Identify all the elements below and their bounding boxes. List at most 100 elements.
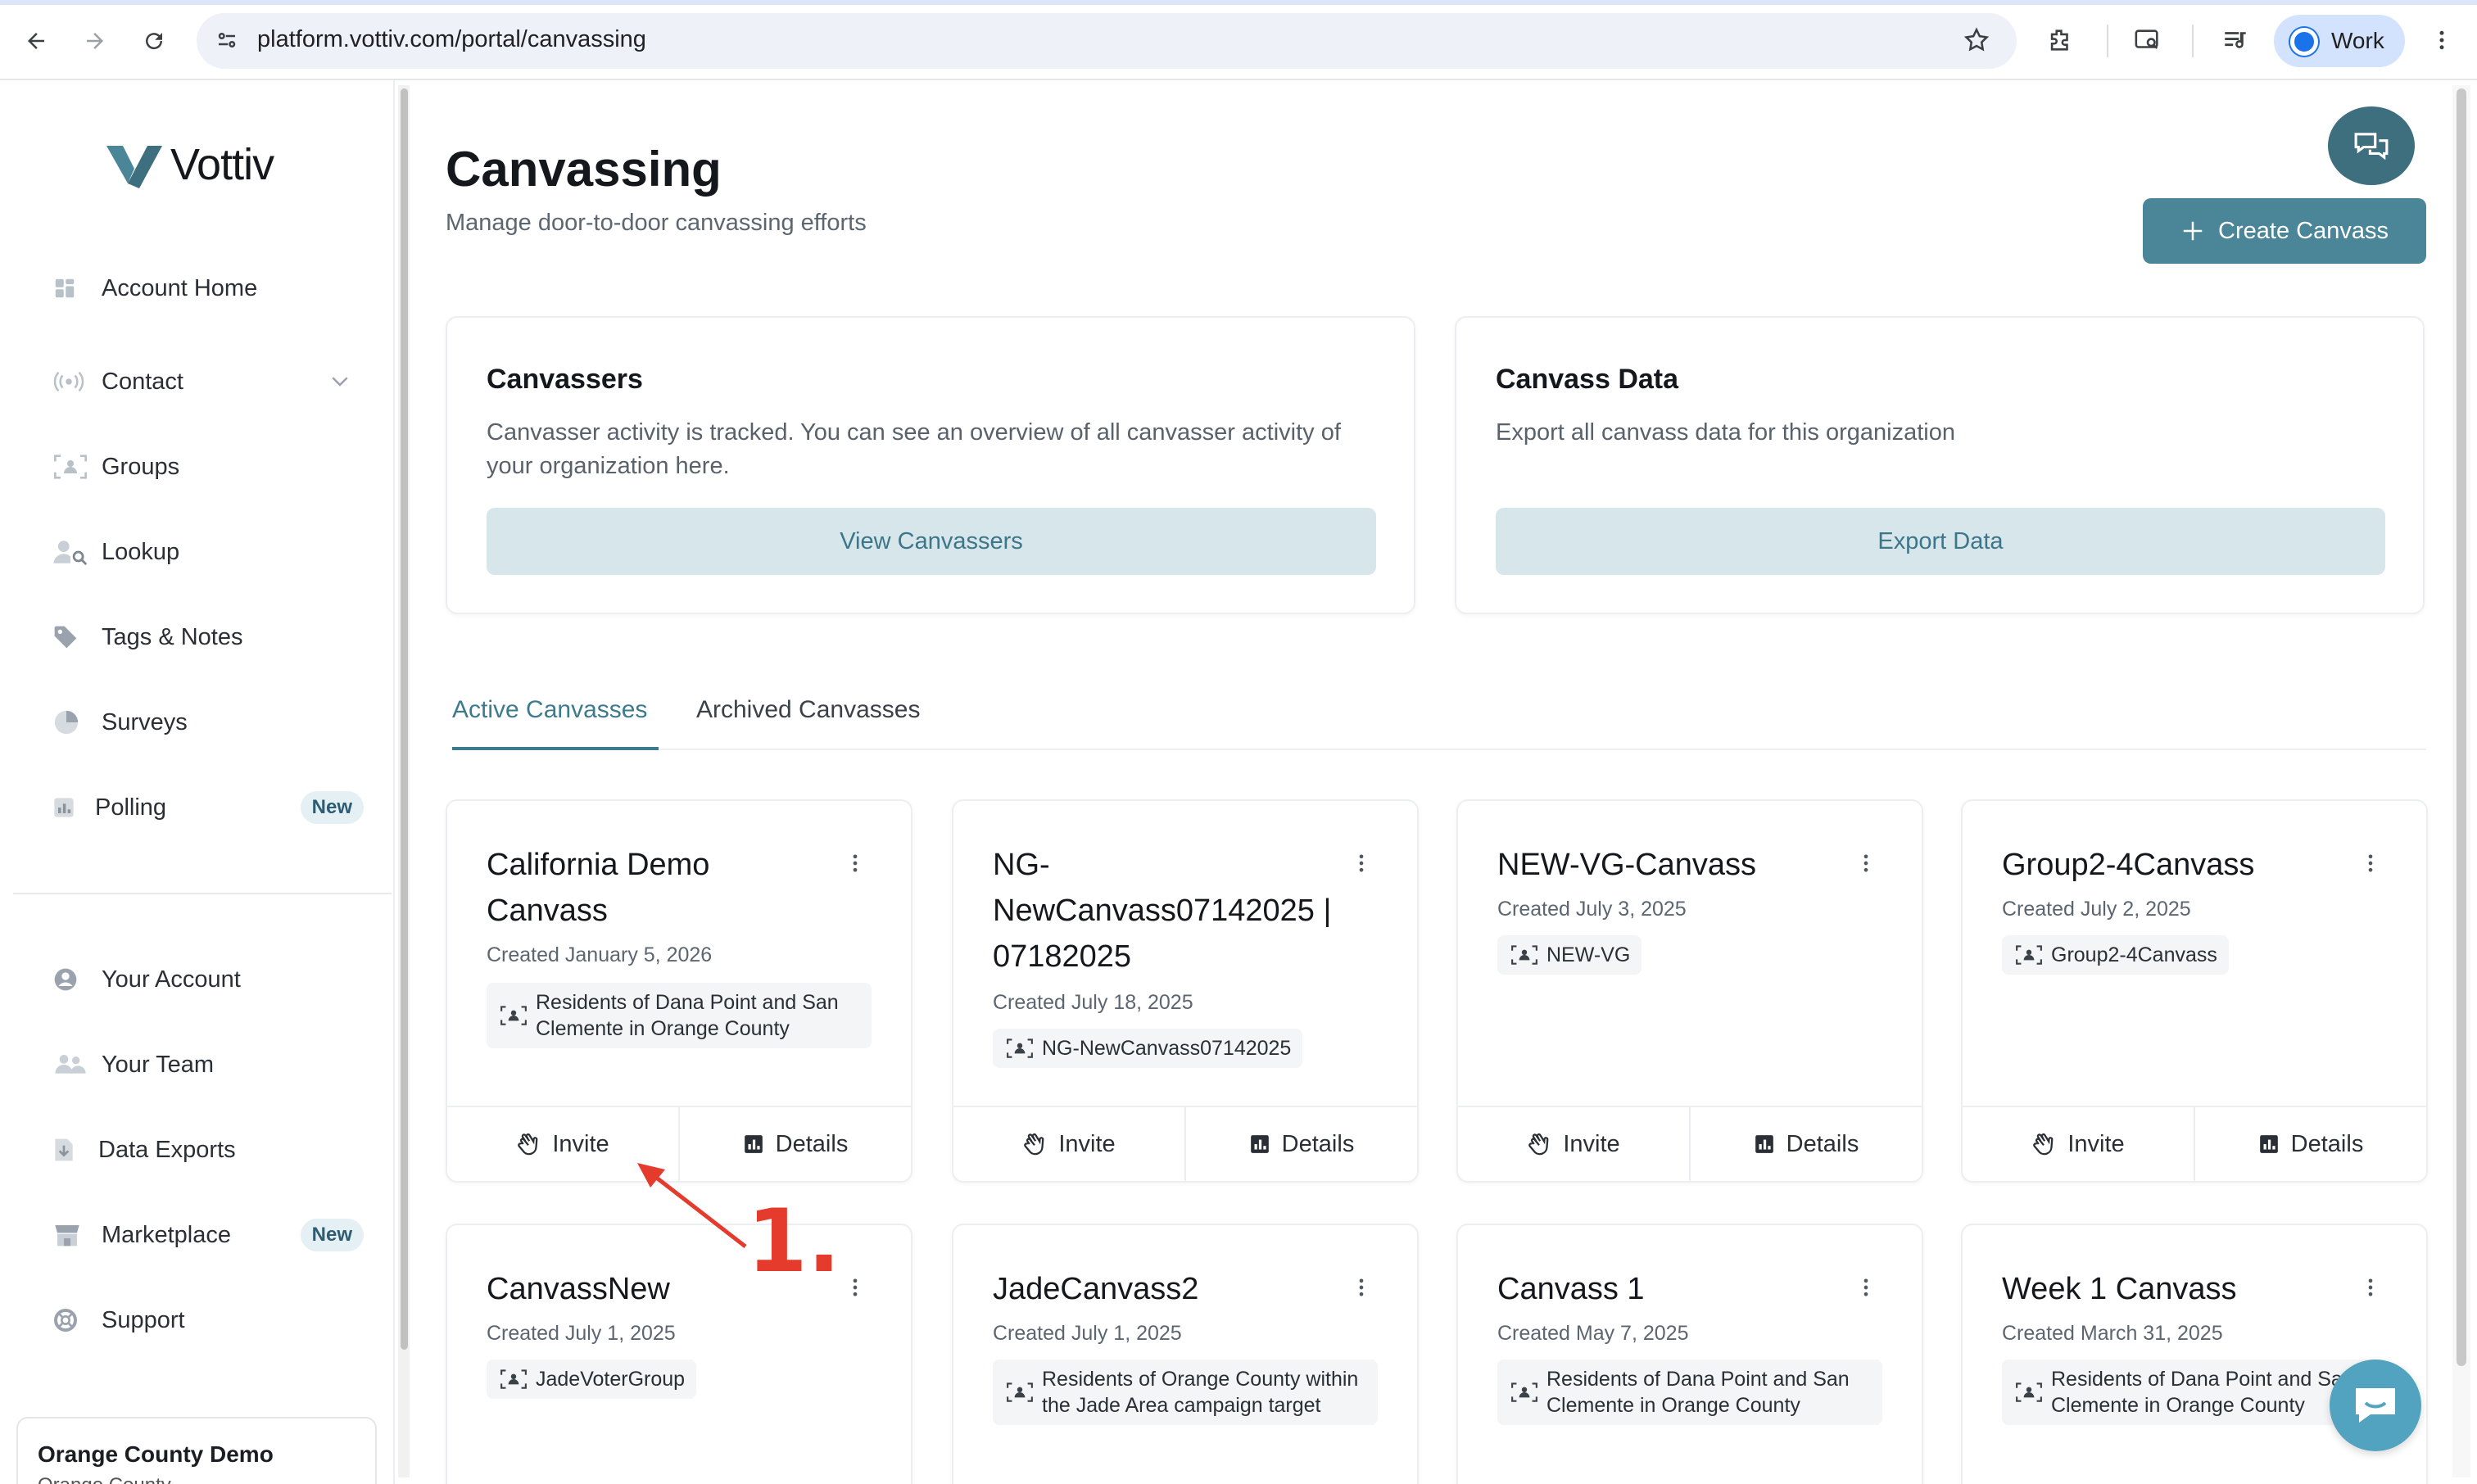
back-icon[interactable]	[13, 18, 59, 64]
export-data-button[interactable]: Export Data	[1496, 508, 2385, 575]
sidebar-item-account-home[interactable]: Account Home	[52, 264, 364, 313]
group-icon	[1510, 1382, 1538, 1403]
canvass-card[interactable]: NEW-VG-Canvass Created July 3, 2025 NEW-…	[1456, 799, 1923, 1183]
canvass-card[interactable]: Canvass 1 Created May 7, 2025 Residents …	[1456, 1224, 1923, 1484]
group-icon	[2015, 1382, 2043, 1403]
page-title: Canvassing	[446, 142, 722, 197]
group-icon	[500, 1005, 528, 1026]
more-options-icon[interactable]	[1854, 1271, 1877, 1304]
vottiv-wordmark: Vottiv	[170, 140, 274, 189]
user-circle-icon	[52, 966, 102, 993]
create-canvass-label: Create Canvass	[2218, 217, 2389, 244]
chevron-down-icon[interactable]	[326, 369, 354, 393]
create-canvass-button[interactable]: Create Canvass	[2143, 198, 2426, 264]
view-canvassers-button[interactable]: View Canvassers	[487, 508, 1376, 575]
sidebar-item-groups[interactable]: Groups	[52, 442, 364, 491]
media-controls-icon[interactable]	[2221, 26, 2249, 54]
sidebar-item-polling[interactable]: Polling New	[52, 783, 364, 832]
canvass-created-date: Created July 3, 2025	[1497, 898, 1687, 921]
toolbar-divider	[2192, 25, 2194, 57]
canvass-card[interactable]: Group2-4Canvass Created July 2, 2025 Gro…	[1961, 799, 2428, 1183]
invite-label: Invite	[2067, 1130, 2125, 1157]
canvass-created-date: Created July 2, 2025	[2002, 898, 2191, 921]
canvass-title: Canvass 1	[1497, 1272, 1645, 1306]
toolbar-divider	[2107, 25, 2108, 57]
invite-button[interactable]: Invite	[1963, 1107, 2194, 1181]
sidebar-item-support[interactable]: Support	[52, 1296, 364, 1345]
extensions-icon[interactable]	[2046, 26, 2074, 54]
wave-hand-icon	[518, 1133, 538, 1156]
group-name: Residents of Dana Point and San Clemente…	[536, 991, 839, 1040]
chat-button[interactable]	[2328, 106, 2415, 185]
canvass-title: Group2-4Canvass	[2002, 848, 2255, 882]
panel-description: Export all canvass data for this organiz…	[1496, 419, 1955, 446]
sidebar-item-data-exports[interactable]: Data Exports	[52, 1125, 364, 1174]
broadcast-icon	[52, 369, 102, 394]
details-label: Details	[1786, 1130, 1859, 1157]
canvass-title: Week 1 Canvass	[2002, 1272, 2237, 1306]
sidebar-scrollbar-thumb[interactable]	[401, 88, 408, 1350]
sidebar-item-label: Support	[102, 1306, 185, 1333]
sidebar-item-label: Polling	[95, 794, 167, 821]
plus-icon	[2183, 221, 2203, 241]
forward-icon[interactable]	[72, 18, 118, 64]
bookmark-star-icon[interactable]	[1963, 26, 1990, 54]
sidebar-item-tags-notes[interactable]: Tags & Notes	[52, 613, 364, 662]
canvass-created-date: Created July 18, 2025	[993, 991, 1193, 1014]
sidebar-divider	[13, 893, 392, 894]
sidebar-item-lookup[interactable]: Lookup	[52, 527, 364, 577]
details-button[interactable]: Details	[1184, 1107, 1417, 1181]
invite-button[interactable]: Invite	[1458, 1107, 1689, 1181]
canvass-card[interactable]: California Demo Canvass Created January …	[446, 799, 912, 1183]
invite-label: Invite	[552, 1130, 609, 1157]
canvass-created-date: Created July 1, 2025	[993, 1322, 1182, 1345]
group-icon	[52, 454, 102, 480]
tab-archived-canvasses[interactable]: Archived Canvasses	[696, 696, 920, 724]
group-name: Residents of Dana Point and San Clemente…	[1546, 1368, 1850, 1417]
main-scrollbar-thumb[interactable]	[2457, 88, 2466, 1366]
panel-title: Canvass Data	[1496, 364, 1679, 395]
canvass-card[interactable]: CanvassNew Created July 1, 2025 JadeVote…	[446, 1224, 912, 1484]
vottiv-logo[interactable]: Vottiv	[105, 139, 274, 190]
group-icon	[500, 1369, 528, 1390]
file-download-icon	[52, 1137, 98, 1163]
canvass-group-tag: Residents of Dana Point and San Clemente…	[2002, 1360, 2387, 1425]
details-button[interactable]: Details	[1689, 1107, 1922, 1181]
wave-hand-icon	[2033, 1133, 2054, 1156]
group-icon	[1510, 944, 1538, 966]
browser-menu-icon[interactable]	[2429, 26, 2454, 54]
sidebar-item-your-team[interactable]: Your Team	[52, 1040, 364, 1089]
invite-button[interactable]: Invite	[953, 1107, 1184, 1181]
url-text: platform.vottiv.com/portal/canvassing	[257, 26, 646, 52]
canvass-group-tag: Residents of Dana Point and San Clemente…	[1497, 1360, 1882, 1425]
details-label: Details	[2290, 1130, 2364, 1157]
card-actions: Invite Details	[1458, 1106, 1922, 1181]
more-options-icon[interactable]	[1350, 847, 1373, 880]
canvass-card[interactable]: NG-NewCanvass07142025 | 07182025 Created…	[952, 799, 1419, 1183]
help-chat-button[interactable]	[2330, 1360, 2421, 1451]
tab-search-icon[interactable]	[2133, 26, 2162, 54]
more-options-icon[interactable]	[2359, 1271, 2382, 1304]
reload-icon[interactable]	[131, 18, 177, 64]
more-options-icon[interactable]	[1854, 847, 1877, 880]
canvass-card[interactable]: JadeCanvass2 Created July 1, 2025 Reside…	[952, 1224, 1419, 1484]
new-badge: New	[300, 1219, 364, 1251]
page-subtitle: Manage door-to-door canvassing efforts	[446, 210, 867, 236]
site-info-icon[interactable]	[215, 28, 239, 52]
sidebar-item-contact[interactable]: Contact	[52, 357, 364, 406]
more-options-icon[interactable]	[2359, 847, 2382, 880]
sidebar-item-marketplace[interactable]: Marketplace New	[52, 1210, 364, 1260]
more-options-icon[interactable]	[844, 847, 867, 880]
org-subtitle: Orange County	[38, 1474, 171, 1484]
more-options-icon[interactable]	[844, 1271, 867, 1304]
tab-active-canvasses[interactable]: Active Canvasses	[452, 696, 647, 724]
more-options-icon[interactable]	[1350, 1271, 1373, 1304]
profile-avatar-icon	[2290, 28, 2318, 56]
chat-icon	[2356, 1388, 2395, 1423]
chart-icon	[2259, 1135, 2278, 1153]
person-search-icon	[52, 538, 102, 566]
card-actions: Invite Details	[953, 1106, 1417, 1181]
sidebar-item-surveys[interactable]: Surveys	[52, 698, 364, 747]
details-button[interactable]: Details	[2194, 1107, 2426, 1181]
sidebar-item-your-account[interactable]: Your Account	[52, 955, 364, 1004]
